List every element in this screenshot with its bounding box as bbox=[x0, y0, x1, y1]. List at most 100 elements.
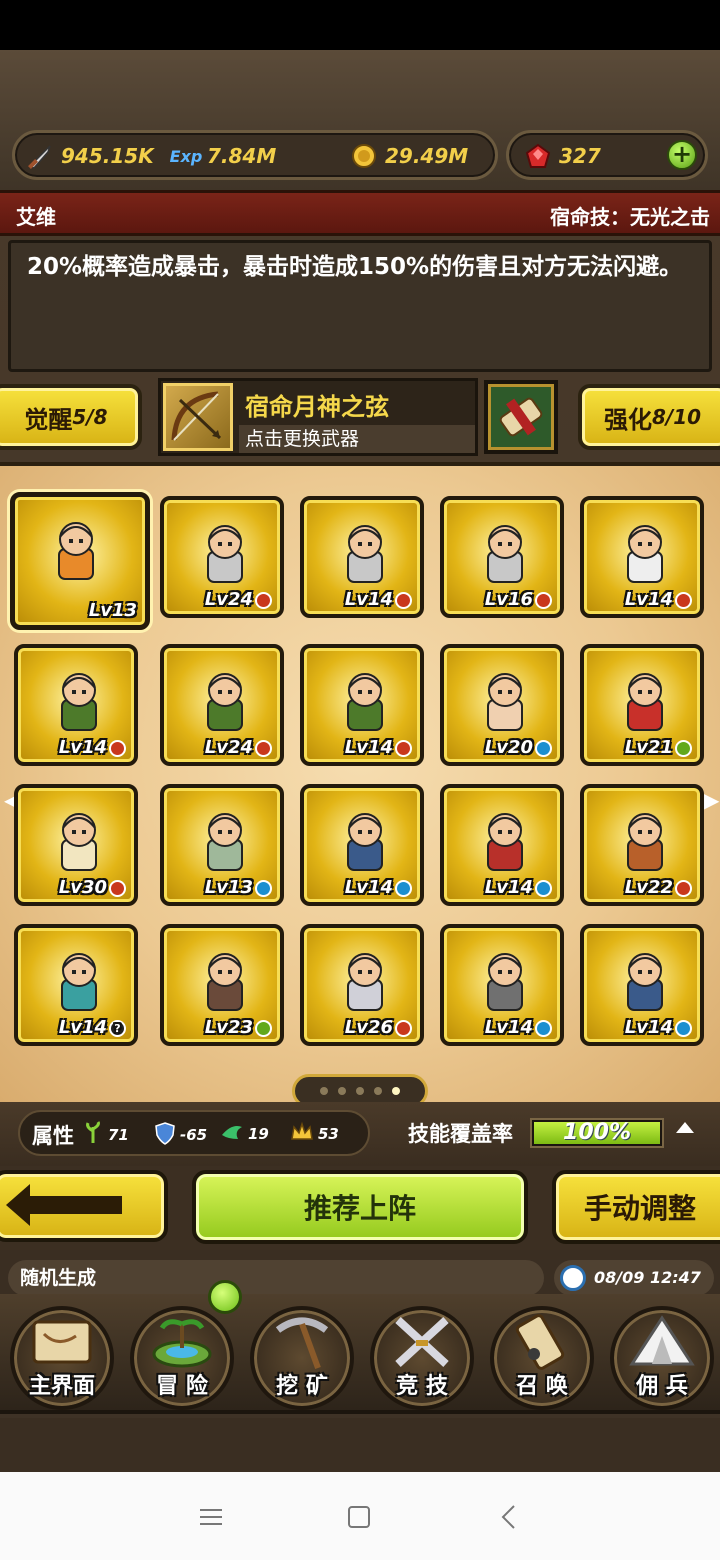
page-dot[interactable] bbox=[320, 1087, 328, 1095]
attribute-shield: -65 bbox=[154, 1121, 207, 1149]
hero-card[interactable]: Lv14? bbox=[14, 924, 138, 1046]
exp-icon: Exp bbox=[169, 146, 203, 166]
element-badge-icon bbox=[255, 1019, 272, 1037]
home-icon[interactable] bbox=[344, 1502, 374, 1532]
nav-item[interactable]: 主界面 bbox=[4, 1300, 120, 1410]
attribute-nature: 71 bbox=[82, 1121, 129, 1149]
element-badge-icon bbox=[395, 591, 412, 609]
element-badge-icon bbox=[535, 1019, 552, 1037]
hero-level: Lv14 bbox=[485, 877, 552, 898]
hero-sprite bbox=[194, 806, 256, 878]
element-badge-icon bbox=[255, 591, 272, 609]
add-gems-button[interactable]: + bbox=[667, 140, 697, 170]
hero-card[interactable]: Lv21 bbox=[580, 644, 704, 766]
skill-coverage-bar: 100% bbox=[530, 1118, 664, 1148]
random-generate[interactable]: 随机生成 bbox=[8, 1260, 544, 1296]
nav-item[interactable]: 佣 兵 bbox=[604, 1300, 720, 1410]
element-badge-icon: ? bbox=[109, 1019, 126, 1037]
skill-coverage-label: 技能覆盖率 bbox=[408, 1122, 513, 1146]
element-badge-icon bbox=[675, 739, 692, 757]
awaken-button[interactable]: 觉醒 5/8 bbox=[0, 384, 142, 450]
gold-resource: 29.49M bbox=[349, 141, 468, 171]
manual-adjust-button[interactable]: 手动调整 bbox=[552, 1170, 720, 1244]
hero-level: Lv14 bbox=[485, 1017, 552, 1038]
hero-card[interactable]: Lv26 bbox=[300, 924, 424, 1046]
system-nav-bar bbox=[0, 1472, 720, 1560]
nav-label: 召 唤 bbox=[516, 1374, 568, 1399]
scroll-icon[interactable] bbox=[484, 380, 558, 454]
weapon-panel[interactable]: 宿命月神之弦 点击更换武器 bbox=[158, 378, 478, 456]
shield-icon bbox=[154, 1121, 176, 1149]
skill-description-box: 20%概率造成暴击，暴击时造成150%的伤害且对方无法闪避。 bbox=[8, 240, 712, 372]
hero-card[interactable]: Lv14 bbox=[300, 644, 424, 766]
nav-item[interactable]: 召 唤 bbox=[484, 1300, 600, 1410]
notification-dot bbox=[208, 1280, 242, 1314]
exp-resource: Exp 7.84M bbox=[169, 141, 277, 171]
crossed-swords-icon bbox=[388, 1314, 456, 1370]
nav-item[interactable]: 冒 险 bbox=[124, 1300, 240, 1410]
hero-level: Lv14? bbox=[59, 1017, 126, 1038]
nav-item[interactable]: 挖 矿 bbox=[244, 1300, 360, 1410]
enhance-button[interactable]: 强化 8/10 bbox=[578, 384, 720, 450]
recommend-button[interactable]: 推荐上阵 bbox=[192, 1170, 528, 1244]
hero-level: Lv14 bbox=[345, 737, 412, 758]
hero-card[interactable]: Lv14 bbox=[14, 644, 138, 766]
hero-sprite bbox=[194, 946, 256, 1018]
hero-card[interactable]: Lv30 bbox=[14, 784, 138, 906]
hero-card[interactable]: Lv24 bbox=[160, 496, 284, 618]
bottom-frame bbox=[0, 1418, 720, 1472]
coverage-value: 100% bbox=[563, 1120, 631, 1145]
hero-sprite bbox=[45, 515, 107, 587]
hero-level: Lv22 bbox=[625, 877, 692, 898]
hero-sprite bbox=[334, 806, 396, 878]
attack-resource: 945.15K bbox=[25, 141, 154, 171]
hero-level: Lv14 bbox=[59, 737, 126, 758]
hero-card[interactable]: Lv23 bbox=[160, 924, 284, 1046]
nav-label: 佣 兵 bbox=[636, 1374, 688, 1399]
hero-level: Lv23 bbox=[205, 1017, 272, 1038]
hero-level: Lv26 bbox=[345, 1017, 412, 1038]
page-dot[interactable] bbox=[356, 1087, 364, 1095]
hero-sprite bbox=[474, 946, 536, 1018]
hero-sprite bbox=[48, 806, 110, 878]
nav-item[interactable]: 竞 技 bbox=[364, 1300, 480, 1410]
hero-card[interactable]: Lv13 bbox=[160, 784, 284, 906]
next-page-arrow[interactable]: ▶ bbox=[704, 788, 719, 812]
hero-card[interactable]: Lv14 bbox=[440, 784, 564, 906]
element-badge-icon bbox=[395, 1019, 412, 1037]
pickaxe-icon bbox=[268, 1314, 336, 1370]
page-dot[interactable] bbox=[392, 1087, 400, 1095]
hero-card[interactable]: Lv22 bbox=[580, 784, 704, 906]
element-badge-icon bbox=[395, 739, 412, 757]
hero-card[interactable]: Lv14 bbox=[300, 784, 424, 906]
hero-card[interactable]: Lv14 bbox=[300, 496, 424, 618]
hero-card[interactable]: Lv16 bbox=[440, 496, 564, 618]
menu-icon[interactable] bbox=[196, 1502, 226, 1532]
crown-icon bbox=[290, 1121, 314, 1147]
gold-coin-icon bbox=[349, 141, 379, 171]
page-dot[interactable] bbox=[374, 1087, 382, 1095]
hero-card[interactable]: Lv20 bbox=[440, 644, 564, 766]
page-dot[interactable] bbox=[338, 1087, 346, 1095]
wind-icon bbox=[220, 1121, 244, 1147]
hero-sprite bbox=[474, 806, 536, 878]
clock-icon bbox=[560, 1265, 586, 1291]
skill-description: 20%概率造成暴击，暴击时造成150%的伤害且对方无法闪避。 bbox=[27, 254, 683, 280]
bow-icon bbox=[163, 383, 233, 451]
hero-level: Lv14 bbox=[345, 877, 412, 898]
hero-card[interactable]: Lv14 bbox=[440, 924, 564, 1046]
map-scroll-icon bbox=[28, 1314, 96, 1370]
back-icon[interactable] bbox=[494, 1502, 524, 1532]
hero-card[interactable]: Lv14 bbox=[580, 924, 704, 1046]
fate-skill: 宿命技：无光之击 bbox=[550, 205, 710, 229]
hero-level: Lv30 bbox=[59, 877, 126, 898]
hero-card[interactable]: Lv13 bbox=[10, 492, 150, 630]
element-badge-icon bbox=[675, 591, 692, 609]
attribute-label: 属性 bbox=[32, 1124, 74, 1148]
back-button[interactable] bbox=[0, 1170, 168, 1242]
hero-card[interactable]: Lv24 bbox=[160, 644, 284, 766]
hero-card[interactable]: Lv14 bbox=[580, 496, 704, 618]
expand-caret-icon[interactable] bbox=[676, 1122, 694, 1133]
back-arrow-icon bbox=[6, 1184, 122, 1226]
status-bar bbox=[0, 0, 720, 50]
